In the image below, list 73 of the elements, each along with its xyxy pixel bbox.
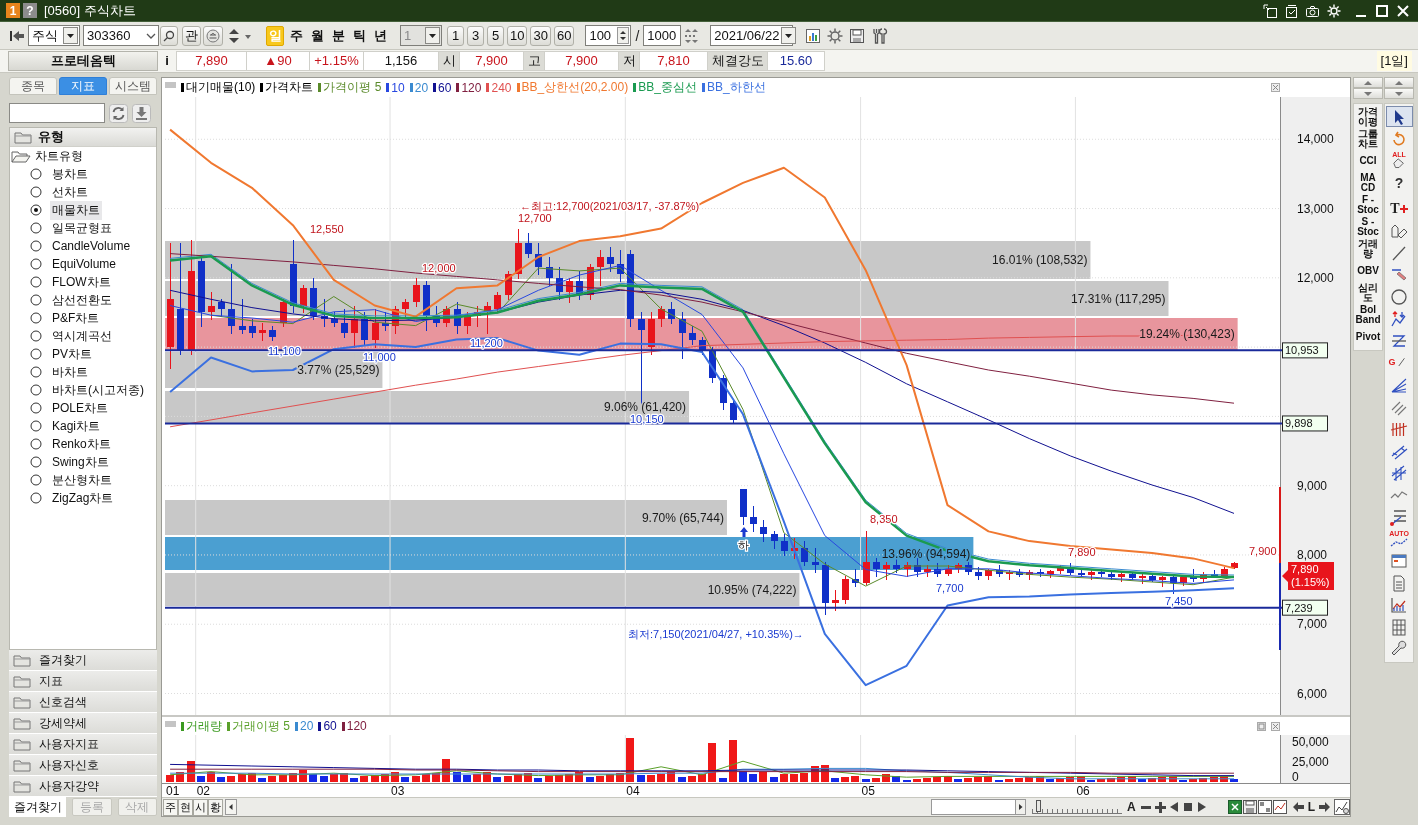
volume-profile-label: 10.95% (74,222): [707, 582, 797, 597]
legend-label: 거래이평 5: [232, 717, 290, 735]
legend-label: 240: [491, 80, 512, 95]
axis-label: 05: [861, 784, 875, 797]
volume-profile-label: 9.06% (61,420): [604, 400, 687, 414]
count-separator: /: [635, 27, 640, 44]
window-title: [0560] 주식차트: [44, 1, 136, 20]
axis-label: 8,000: [1297, 547, 1328, 562]
price-level-label: 10,953: [1282, 342, 1328, 359]
volume-profile-label: 17.31% (117,295): [1071, 291, 1166, 306]
quote-label: 저: [618, 50, 640, 71]
price-annotation: 7,700: [936, 582, 964, 594]
ref-line-label: 9,898: [1285, 417, 1313, 430]
quote-value: +1.15%: [309, 50, 364, 71]
quote-value: ▲90: [246, 50, 310, 71]
axis-label: 12,000: [1297, 270, 1334, 285]
axis-label: 01: [166, 784, 180, 797]
legend-label: 20: [300, 719, 314, 733]
volume-profile-label: 9.70% (65,744): [641, 510, 724, 525]
price-annotation: 12,000: [422, 262, 456, 274]
price-level-label: 7,239: [1282, 599, 1328, 616]
quote-label: 체결강도: [707, 50, 768, 71]
quote-value: 1,156: [363, 50, 439, 71]
quote-value: 7,890: [176, 50, 247, 71]
volume-profile-label: 16.01% (108,532): [992, 253, 1088, 267]
volume-profile-label: 3.77% (25,529): [297, 363, 380, 377]
quote-value: 7,900: [459, 50, 524, 71]
price-annotation: 12,550: [310, 223, 344, 235]
quote-value: 15.60: [767, 50, 825, 71]
legend-label: 가격이평 5: [323, 79, 382, 96]
axis-label: 7,000: [1297, 617, 1328, 632]
axis-label: 9,000: [1297, 478, 1328, 493]
ref-line-label: 7,239: [1285, 601, 1313, 614]
axis-label: 50,000: [1292, 735, 1329, 749]
legend-label: 60: [323, 719, 337, 733]
legend-label: 120: [461, 80, 482, 95]
quote-value: 7,810: [639, 50, 708, 71]
legend-label: 10: [391, 80, 405, 95]
axis-label: 13,000: [1297, 201, 1334, 216]
price-annotation: 11,200: [470, 337, 503, 349]
ref-line-label: 10,953: [1285, 344, 1319, 357]
legend-label: 20: [414, 80, 429, 95]
quote-label: 고: [523, 50, 545, 71]
axis-label: 6,000: [1297, 686, 1328, 701]
axis-label: 06: [1076, 784, 1090, 797]
price-annotation: 7,890: [1068, 546, 1096, 558]
price-annotation: ←최고:12,700(2021/03/17, -37.87%): [520, 200, 700, 212]
axis-label: 25,000: [1292, 755, 1329, 769]
legend-label: BB_상한선(20,2.00): [521, 79, 629, 96]
price-level-label: 9,898: [1282, 415, 1328, 432]
legend-label: 대기매물(10): [186, 79, 256, 96]
axis-label: 03: [391, 784, 405, 797]
quote-value: 7,900: [544, 50, 619, 71]
volume-profile-label: 19.24% (130,423): [1139, 327, 1235, 341]
price-annotation: 11,000: [363, 351, 396, 363]
price-annotation: 12,700: [518, 212, 552, 224]
axis-label: 02: [196, 784, 211, 797]
price-annotation: 7,450: [1165, 595, 1193, 607]
price-annotation: 최저:7,150(2021/04/27, +10.35%)→: [628, 628, 804, 640]
axis-label: 0: [1292, 770, 1299, 784]
price-annotation: 10,150: [630, 413, 664, 425]
legend-label: 60: [438, 80, 452, 95]
axis-label: 14,000: [1297, 132, 1334, 147]
period-label: [1일]: [1376, 50, 1412, 71]
legend-label: BB_하한선: [706, 79, 766, 96]
price-annotation: 7,900: [1249, 545, 1277, 557]
signal-label: 하: [738, 539, 749, 551]
legend-label: BB_중심선: [638, 79, 697, 96]
axis-label: 04: [626, 784, 640, 797]
quote-label: 시: [438, 50, 460, 71]
legend-label: 120: [346, 719, 367, 733]
legend-label: 거래량: [186, 717, 222, 735]
legend-label: 가격차트: [265, 79, 314, 96]
